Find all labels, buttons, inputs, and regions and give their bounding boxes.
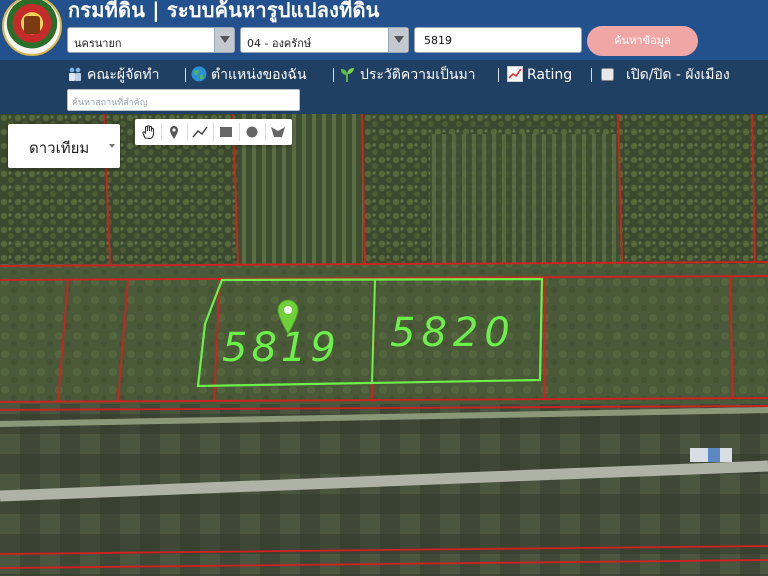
polyline-icon: [192, 126, 208, 138]
department-logo: [2, 0, 62, 56]
chevron-down-icon[interactable]: [214, 28, 234, 52]
province-select-value: นครนายก: [74, 37, 122, 50]
rectangle-icon: [220, 127, 232, 137]
menu-separator: [333, 68, 334, 82]
globe-icon: [191, 66, 207, 82]
parcel-number-input[interactable]: [415, 28, 581, 52]
search-button[interactable]: ค้นหาข้อมูล: [587, 26, 698, 56]
map-canvas[interactable]: 5819 5820: [0, 114, 768, 576]
circle-icon: [246, 126, 258, 138]
menu-item-rating[interactable]: Rating: [507, 64, 572, 86]
marker-icon: [170, 126, 178, 139]
checkbox-icon[interactable]: [601, 68, 614, 81]
team-icon: [69, 67, 81, 81]
hand-icon: [142, 125, 155, 140]
annotation-right-number: 5820: [390, 310, 516, 356]
satellite-map[interactable]: 5819 5820 ดาวเทียม: [0, 114, 768, 576]
chevron-down-icon: [109, 144, 115, 148]
menu-item-city-plan-label: เปิด/ปิด - ผังเมือง: [626, 67, 730, 83]
app-root: กรมที่ดิน | ระบบค้นหารูปแปลงที่ดิน นครนา…: [0, 0, 768, 576]
menu-separator: [498, 68, 499, 82]
district-select-value: 04 - องครักษ์: [247, 37, 312, 50]
menu-item-team-label: คณะผู้จัดทำ: [87, 67, 160, 83]
annotation-left-number: 5819: [222, 325, 340, 371]
polyline-tool-button[interactable]: [187, 119, 213, 145]
chart-icon: [507, 66, 523, 82]
parcel-number-field[interactable]: [414, 27, 582, 53]
district-select[interactable]: 04 - องครักษ์: [240, 27, 409, 53]
hand-tool-button[interactable]: [135, 119, 161, 145]
place-search-field[interactable]: [67, 89, 300, 113]
menu-item-my-location[interactable]: ตำแหน่งของฉัน: [191, 64, 307, 86]
drawing-toolbar: [135, 119, 292, 145]
rectangle-tool-button[interactable]: [213, 119, 239, 145]
header-bar: กรมที่ดิน | ระบบค้นหารูปแปลงที่ดิน นครนา…: [0, 0, 768, 60]
menu-item-history-label: ประวัติความเป็นมา: [360, 67, 476, 83]
marker-tool-button[interactable]: [161, 119, 187, 145]
circle-tool-button[interactable]: [239, 119, 265, 145]
menu-item-rating-label: Rating: [527, 67, 573, 83]
site-title: กรมที่ดิน | ระบบค้นหารูปแปลงที่ดิน: [68, 0, 380, 22]
menu-bar: คณะผู้จัดทำ ตำแหน่งของฉัน ประวัติความเป็…: [0, 60, 768, 114]
menu-separator: [185, 68, 186, 82]
polygon-tool-button[interactable]: [265, 119, 291, 145]
polygon-icon: [271, 127, 285, 137]
map-type-dropdown[interactable]: ดาวเทียม: [8, 124, 120, 168]
building-roof: [708, 448, 720, 462]
place-search-input[interactable]: [68, 93, 299, 113]
menu-item-history[interactable]: ประวัติความเป็นมา: [340, 64, 476, 86]
menu-separator: [591, 68, 592, 82]
menu-item-city-plan-toggle[interactable]: เปิด/ปิด - ผังเมือง: [626, 64, 730, 86]
sprout-icon: [341, 68, 354, 82]
chevron-down-icon[interactable]: [388, 28, 408, 52]
map-type-label: ดาวเทียม: [29, 139, 90, 157]
menu-item-team[interactable]: คณะผู้จัดทำ: [67, 64, 159, 86]
plantation-rows: [430, 134, 620, 264]
province-select[interactable]: นครนายก: [67, 27, 235, 53]
menu-item-my-location-label: ตำแหน่งของฉัน: [211, 67, 307, 83]
